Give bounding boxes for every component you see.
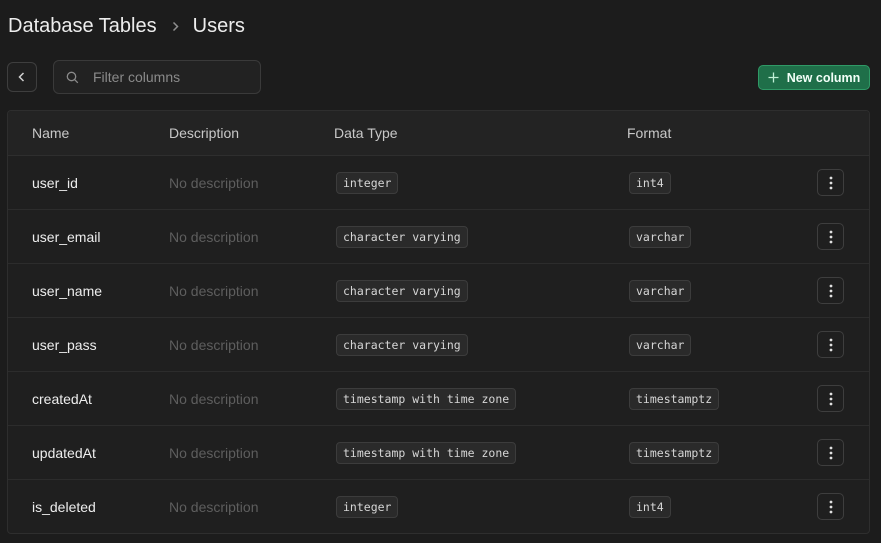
column-description: No description — [169, 499, 259, 515]
chevron-left-icon — [17, 71, 27, 83]
more-vertical-icon — [829, 392, 833, 406]
row-menu-button[interactable] — [817, 277, 844, 304]
row-menu-button[interactable] — [817, 493, 844, 520]
column-format-cell: int4 — [629, 156, 671, 209]
header-name: Name — [32, 125, 70, 141]
more-vertical-icon — [829, 338, 833, 352]
table-row: user_email No description character vary… — [8, 210, 869, 264]
column-format: int4 — [629, 496, 671, 518]
column-format-cell: varchar — [629, 210, 692, 263]
more-vertical-icon — [829, 230, 833, 244]
table-row: user_name No description character varyi… — [8, 264, 869, 318]
table-row: user_id No description integer int4 — [8, 156, 869, 210]
column-format-cell: timestamptz — [629, 372, 720, 425]
row-menu-button[interactable] — [817, 169, 844, 196]
more-vertical-icon — [829, 176, 833, 190]
column-data-type: timestamp with time zone — [336, 441, 517, 464]
column-data-type: character varying — [336, 225, 468, 248]
column-description: No description — [169, 336, 259, 353]
column-name: is_deleted — [32, 499, 96, 515]
column-description: No description — [169, 282, 259, 299]
column-data-type-cell: character varying — [336, 318, 468, 371]
filter-columns-search — [53, 60, 261, 94]
more-vertical-icon — [829, 284, 833, 298]
column-data-type: character varying — [336, 279, 468, 302]
column-format-cell: timestamptz — [629, 426, 720, 479]
new-column-button[interactable]: New column — [758, 65, 870, 90]
column-data-type: integer — [336, 171, 399, 194]
column-format: varchar — [629, 279, 692, 302]
column-format: timestamptz — [629, 441, 720, 464]
column-format: varchar — [629, 333, 692, 356]
table-header: Name Description Data Type Format — [8, 111, 869, 156]
table-row: user_pass No description character varyi… — [8, 318, 869, 372]
more-vertical-icon — [829, 446, 833, 460]
breadcrumb: Database Tables Users — [8, 13, 245, 39]
column-description: No description — [169, 228, 259, 245]
row-menu-button[interactable] — [817, 331, 844, 358]
column-data-type-cell: integer — [336, 156, 399, 209]
column-format-cell: int4 — [629, 480, 671, 533]
column-name: updatedAt — [32, 444, 96, 461]
table-row: createdAt No description timestamp with … — [8, 372, 869, 426]
chevron-right-icon — [171, 21, 180, 32]
breadcrumb-current: Users — [192, 14, 245, 37]
header-description: Description — [169, 125, 240, 141]
column-format: int4 — [629, 171, 671, 194]
table-row: is_deleted No description integer int4 — [8, 480, 869, 533]
header-format: Format — [627, 125, 672, 141]
column-name: user_name — [32, 282, 103, 299]
column-description: No description — [169, 444, 259, 461]
column-name: user_pass — [32, 336, 97, 353]
row-menu-button[interactable] — [817, 223, 844, 250]
column-data-type: character varying — [336, 333, 468, 356]
header-data-type: Data Type — [334, 125, 398, 141]
column-name: user_email — [32, 228, 101, 245]
table-row: updatedAt No description timestamp with … — [8, 426, 869, 480]
column-format-cell: varchar — [629, 318, 692, 371]
column-data-type: integer — [336, 496, 399, 518]
column-data-type-cell: integer — [336, 480, 399, 533]
column-data-type-cell: timestamp with time zone — [336, 426, 517, 479]
row-menu-button[interactable] — [817, 385, 844, 412]
search-icon — [66, 71, 79, 84]
column-data-type-cell: timestamp with time zone — [336, 372, 517, 425]
column-data-type-cell: character varying — [336, 264, 468, 317]
column-name: createdAt — [32, 390, 92, 407]
column-description: No description — [169, 390, 259, 407]
column-data-type-cell: character varying — [336, 210, 468, 263]
column-data-type: timestamp with time zone — [336, 387, 517, 410]
column-format: varchar — [629, 225, 692, 248]
columns-table: Name Description Data Type Format user_i… — [7, 110, 870, 534]
column-format-cell: varchar — [629, 264, 692, 317]
filter-columns-input[interactable] — [93, 69, 243, 85]
more-vertical-icon — [829, 500, 833, 514]
column-name: user_id — [32, 174, 78, 191]
new-column-label: New column — [786, 70, 861, 85]
back-button[interactable] — [7, 62, 37, 92]
column-description: No description — [169, 174, 259, 191]
column-format: timestamptz — [629, 387, 720, 410]
row-menu-button[interactable] — [817, 439, 844, 466]
plus-icon — [768, 72, 779, 83]
breadcrumb-parent[interactable]: Database Tables — [8, 15, 157, 38]
